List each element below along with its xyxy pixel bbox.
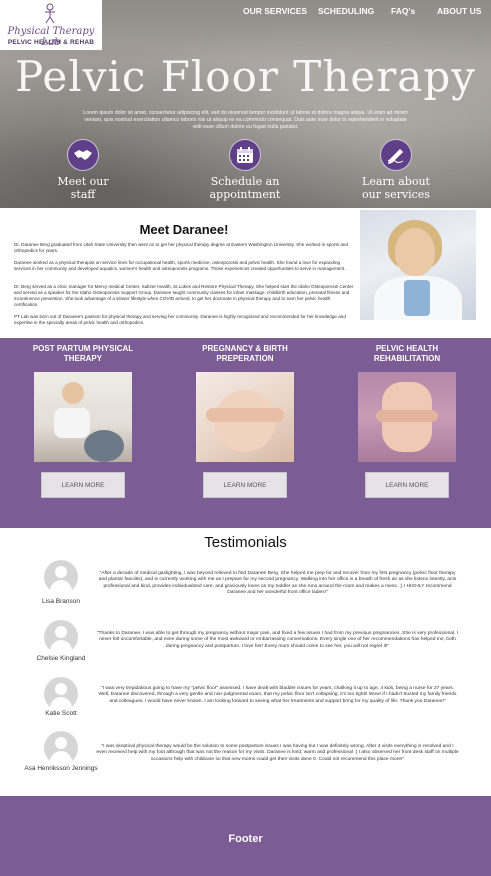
services-section: POST PARTUM PHYSICAL THERAPY LEARN MORE … <box>0 338 491 528</box>
service-title-postpartum: POST PARTUM PHYSICAL THERAPY <box>32 343 134 364</box>
footer-label: Footer <box>228 833 263 845</box>
cta-learn-services[interactable]: Learn about our services <box>341 139 451 201</box>
hero-blurb: Lorem ipsum dolor sit amet, consectetur … <box>83 110 408 130</box>
testimonial-quote: "I was very trepidatious going to have m… <box>98 686 457 704</box>
learn-more-pelvic-button[interactable]: LEARN MORE <box>365 472 449 498</box>
pregnancy-photo <box>196 372 294 462</box>
learn-more-postpartum-button[interactable]: LEARN MORE <box>41 472 125 498</box>
learn-more-pregnancy-button[interactable]: LEARN MORE <box>203 472 287 498</box>
testimonials-heading: Testimonials <box>204 534 287 551</box>
pen-signing-icon <box>380 139 412 171</box>
testimonial-name: Chelsie Kingland <box>36 655 86 662</box>
testimonial-name: Katie Scott <box>45 710 77 717</box>
nav-our-services[interactable]: OUR SERVICES <box>243 6 307 16</box>
cta-learn-line2: our services <box>362 188 430 201</box>
nav-faqs[interactable]: FAQ's <box>391 6 415 16</box>
nav-scheduling[interactable]: SCHEDULING <box>318 6 374 16</box>
avatar <box>44 560 78 594</box>
testimonial-quote: "After a decade of medical gaslighting, … <box>98 571 457 596</box>
calendar-icon <box>229 139 261 171</box>
testimonial-quote: "I was skeptical physical therapy would … <box>96 744 459 762</box>
service-title-pelvic: PELVIC HEALTH REHABILITATION <box>373 343 441 364</box>
cta-meet-staff-line1: Meet our <box>57 175 109 188</box>
service-card-pregnancy: PREGNANCY & BIRTH PREPERATION LEARN MORE <box>185 342 305 498</box>
logo-sub-text: PELVIC HEALTH & REHAB <box>7 39 95 46</box>
testimonial-name: Asa Henriksson Jennings <box>24 765 98 772</box>
pelvic-photo <box>358 372 456 462</box>
cta-schedule-line1: Schedule an <box>210 175 280 188</box>
postpartum-photo <box>34 372 132 462</box>
avatar <box>44 677 78 711</box>
meet-paragraph-2: Daranee worked as a physical therapist o… <box>14 260 346 271</box>
meet-heading: Meet Daranee! <box>139 222 229 237</box>
cta-schedule-appointment[interactable]: Schedule an appointment <box>190 139 300 201</box>
service-card-postpartum: POST PARTUM PHYSICAL THERAPY LEARN MORE <box>23 342 143 498</box>
cta-schedule-line2: appointment <box>209 188 281 201</box>
avatar <box>44 731 78 765</box>
cta-meet-staff[interactable]: Meet our staff <box>28 139 138 201</box>
cta-meet-staff-line2: staff <box>70 188 96 201</box>
testimonial-quote: "Thanks to Daranee, I was able to get th… <box>96 631 459 649</box>
avatar <box>44 620 78 654</box>
footer: Footer <box>0 796 491 876</box>
meet-paragraph-1: Dr. Daranee Berg graduated from Utah Sta… <box>14 242 348 253</box>
nav-about-us[interactable]: ABOUT US <box>437 6 481 16</box>
testimonial-name: Lisa Branson <box>42 598 80 605</box>
hero-section: Physical Therapy Lab PELVIC HEALTH & REH… <box>0 0 491 208</box>
service-title-pregnancy: PREGNANCY & BIRTH PREPERATION <box>202 343 288 364</box>
hero-title: Pelvic Floor Therapy <box>15 52 476 101</box>
cta-learn-line1: Learn about <box>362 175 430 188</box>
meet-section: Meet Daranee! Dr. Daranee Berg graduated… <box>0 208 491 338</box>
daranee-photo <box>360 210 476 320</box>
top-nav: OUR SERVICES SCHEDULING FAQ's ABOUT US <box>0 6 491 20</box>
handshake-icon <box>67 139 99 171</box>
service-card-pelvic: PELVIC HEALTH REHABILITATION LEARN MORE <box>347 342 467 498</box>
meet-paragraph-3: Dr. Berg served as a clinic manager for … <box>14 284 354 307</box>
meet-paragraph-4: PT Lab was born out of Daranee's passion… <box>14 314 346 325</box>
